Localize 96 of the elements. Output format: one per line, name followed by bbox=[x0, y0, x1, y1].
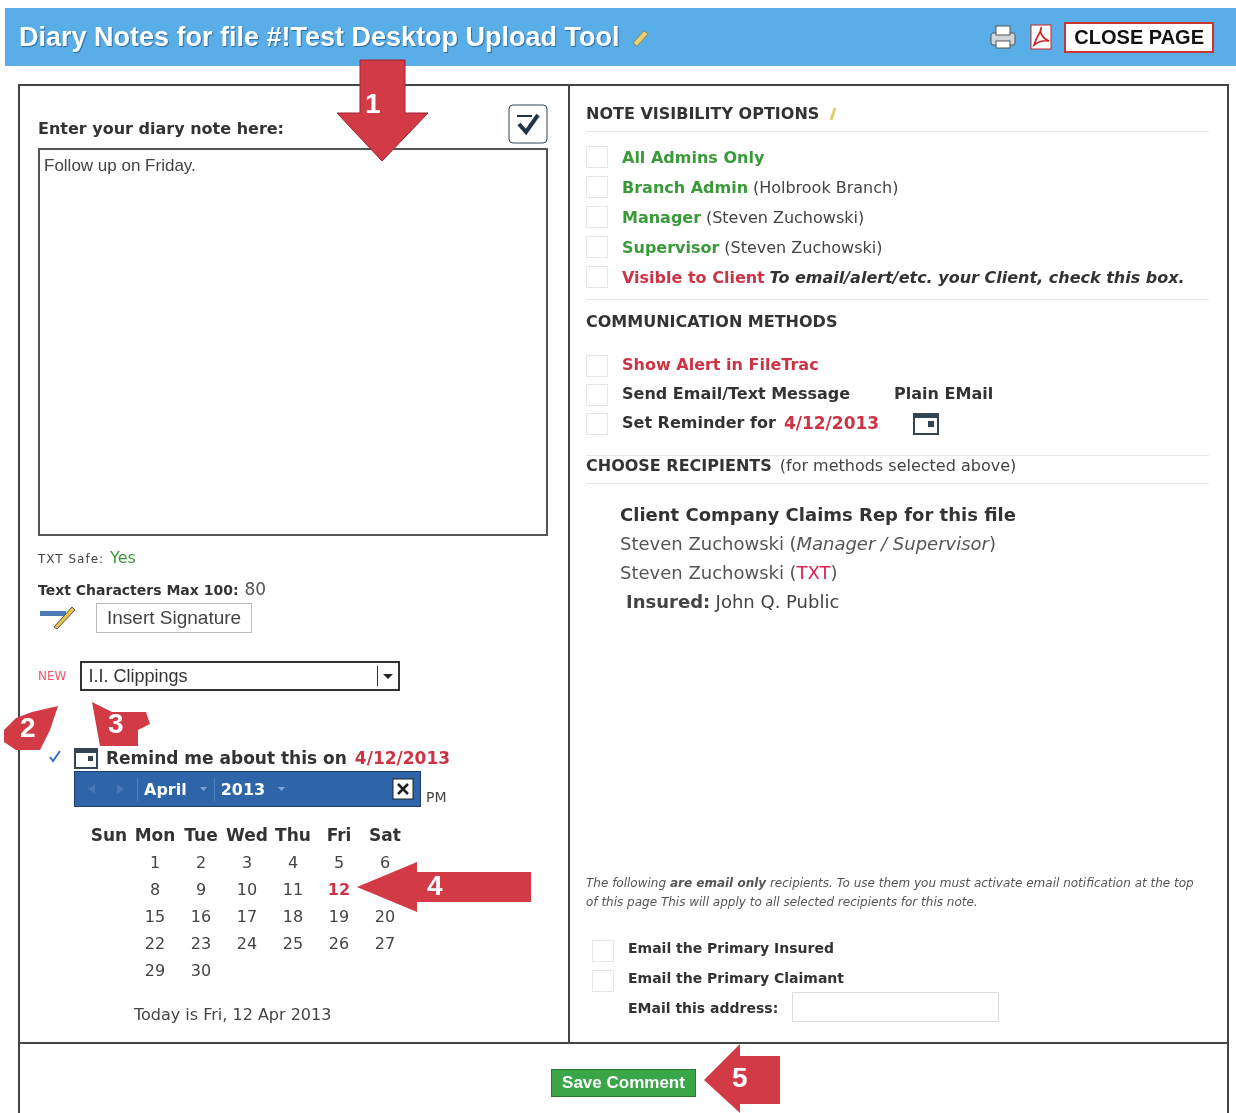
calendar-day[interactable]: 11 bbox=[282, 880, 304, 899]
weekday-label: Fri bbox=[326, 825, 352, 845]
calendar-day[interactable]: 3 bbox=[241, 853, 253, 872]
calendar-day[interactable]: 4 bbox=[287, 853, 299, 872]
weekday-label: Sun bbox=[90, 825, 128, 845]
calendar-day[interactable]: 10 bbox=[236, 880, 258, 899]
new-label: NEW bbox=[38, 669, 67, 683]
calendar-day[interactable]: 17 bbox=[236, 907, 258, 926]
checkbox[interactable] bbox=[586, 146, 608, 168]
callout-number: 5 bbox=[732, 1062, 748, 1094]
today-label: Today is Fri, 12 Apr 2013 bbox=[134, 1005, 332, 1024]
close-page-button[interactable]: CLOSE PAGE bbox=[1064, 21, 1214, 53]
checkbox[interactable] bbox=[586, 266, 608, 288]
note-label: Enter your diary note here: bbox=[38, 119, 284, 138]
category-dropdown[interactable]: I.I. Clippings bbox=[80, 661, 401, 691]
calendar-day[interactable]: 30 bbox=[190, 961, 212, 980]
calendar-day[interactable]: 19 bbox=[328, 907, 350, 926]
year-dropdown[interactable]: 2013 bbox=[213, 777, 272, 801]
email-only-note: The following are email only recipients. To use them you must activate email notification at the top of this page This will apply to all selected recipients for this note. bbox=[586, 875, 1195, 911]
calendar-day[interactable]: 6 bbox=[379, 853, 391, 872]
calendar-day[interactable]: 23 bbox=[190, 934, 212, 953]
weekday-label: Wed bbox=[226, 825, 268, 845]
checkbox[interactable] bbox=[592, 940, 614, 962]
calendar-day[interactable]: 18 bbox=[282, 907, 304, 926]
recipient-name[interactable]: Steven Zuchowski (TXT) bbox=[620, 562, 1209, 583]
month-dropdown[interactable]: April bbox=[137, 777, 193, 801]
checkbox[interactable] bbox=[592, 970, 614, 992]
weekday-label: Tue bbox=[184, 825, 218, 845]
char-count: 80 bbox=[244, 579, 267, 599]
calendar-day[interactable]: 26 bbox=[328, 934, 350, 953]
caret-icon bbox=[198, 785, 208, 793]
insured-name[interactable]: Insured: John Q. Public bbox=[620, 591, 1209, 612]
visibility-option[interactable]: All Admins Only bbox=[622, 146, 765, 169]
email-option-label[interactable]: Email the Primary Claimant bbox=[628, 970, 844, 986]
callout-marker bbox=[90, 700, 152, 748]
visibility-option[interactable]: Branch Admin (Holbrook Branch) bbox=[622, 176, 899, 199]
char-limit-label: Text Characters Max 100: bbox=[38, 582, 239, 598]
txt-safe-value: Yes bbox=[110, 548, 136, 567]
page-title: Diary Notes for file #!Test Desktop Upload Tool bbox=[19, 21, 620, 53]
email-option-label[interactable]: Email the Primary Insured bbox=[628, 940, 834, 956]
close-icon[interactable] bbox=[392, 778, 414, 800]
calendar-icon[interactable] bbox=[74, 747, 98, 769]
pdf-icon[interactable] bbox=[1028, 23, 1055, 51]
visibility-option[interactable]: Visible to Client To email/alert/etc. your Client, check this box. bbox=[622, 266, 1185, 289]
spellcheck-icon[interactable] bbox=[508, 104, 548, 144]
checkbox[interactable] bbox=[586, 176, 608, 198]
printer-icon[interactable] bbox=[988, 23, 1019, 51]
calendar-day[interactable]: 8 bbox=[149, 880, 161, 899]
remind-date: 4/12/2013 bbox=[354, 748, 451, 768]
calendar-day[interactable]: 27 bbox=[374, 934, 396, 953]
txt-safe-label: TXT Safe: bbox=[38, 552, 105, 566]
time-suffix: PM bbox=[426, 789, 447, 805]
section-subtitle: (for methods selected above) bbox=[779, 456, 1017, 475]
calendar-day[interactable]: 9 bbox=[195, 880, 207, 899]
callout-number: 4 bbox=[427, 870, 443, 902]
checkbox[interactable] bbox=[586, 384, 608, 406]
recipient-heading: Client Company Claims Rep for this file bbox=[620, 504, 1017, 525]
calendar-day[interactable]: 5 bbox=[333, 853, 345, 872]
calendar-day[interactable]: 12 bbox=[327, 880, 351, 899]
method-label[interactable]: Set Reminder for bbox=[622, 413, 776, 432]
visibility-option[interactable]: Manager (Steven Zuchowski) bbox=[622, 206, 865, 229]
callout-number: 2 bbox=[20, 712, 36, 744]
reminder-date: 4/12/2013 bbox=[783, 413, 880, 433]
calendar-day[interactable]: 2 bbox=[195, 853, 207, 872]
visibility-option[interactable]: Supervisor (Steven Zuchowski) bbox=[622, 236, 883, 259]
remind-label: Remind me about this on bbox=[106, 748, 347, 768]
calendar-day[interactable]: 25 bbox=[282, 934, 304, 953]
section-title: CHOOSE RECIPIENTS bbox=[586, 456, 772, 475]
note-textarea[interactable]: Follow up on Friday. bbox=[38, 148, 548, 536]
weekday-label: Thu bbox=[275, 825, 311, 845]
weekday-label: Sat bbox=[369, 825, 401, 845]
callout-number: 3 bbox=[108, 708, 124, 740]
calendar-day[interactable]: 22 bbox=[144, 934, 166, 953]
email-address-field[interactable] bbox=[792, 992, 1000, 1022]
calendar-icon[interactable] bbox=[913, 413, 940, 435]
email-address-label: EMail this address: bbox=[628, 1000, 779, 1016]
checkbox[interactable] bbox=[586, 206, 608, 228]
caret-icon bbox=[277, 785, 287, 793]
checkbox[interactable] bbox=[586, 355, 608, 377]
method-label[interactable]: Show Alert in FileTrac bbox=[622, 355, 819, 374]
calendar-day[interactable]: 1 bbox=[149, 853, 161, 872]
calendar-day[interactable]: 16 bbox=[190, 907, 212, 926]
method-label[interactable]: Send Email/Text Message bbox=[622, 384, 851, 403]
email-format-label: Plain EMail bbox=[894, 384, 994, 403]
insert-signature-button[interactable]: Insert Signature bbox=[96, 603, 253, 633]
calendar-day[interactable]: 24 bbox=[236, 934, 258, 953]
callout-number: 1 bbox=[365, 88, 381, 120]
calendar-day[interactable]: 15 bbox=[144, 907, 166, 926]
calendar-day[interactable]: 20 bbox=[374, 907, 396, 926]
section-title: NOTE VISIBILITY OPTIONS bbox=[586, 104, 820, 123]
checkbox[interactable] bbox=[586, 413, 608, 435]
recipient-name[interactable]: Steven Zuchowski (Manager / Supervisor) bbox=[620, 533, 1209, 554]
checkbox[interactable] bbox=[586, 236, 608, 258]
calendar-day[interactable]: 29 bbox=[144, 961, 166, 980]
section-title: COMMUNICATION METHODS bbox=[586, 311, 839, 331]
weekday-label: Mon bbox=[134, 825, 176, 845]
